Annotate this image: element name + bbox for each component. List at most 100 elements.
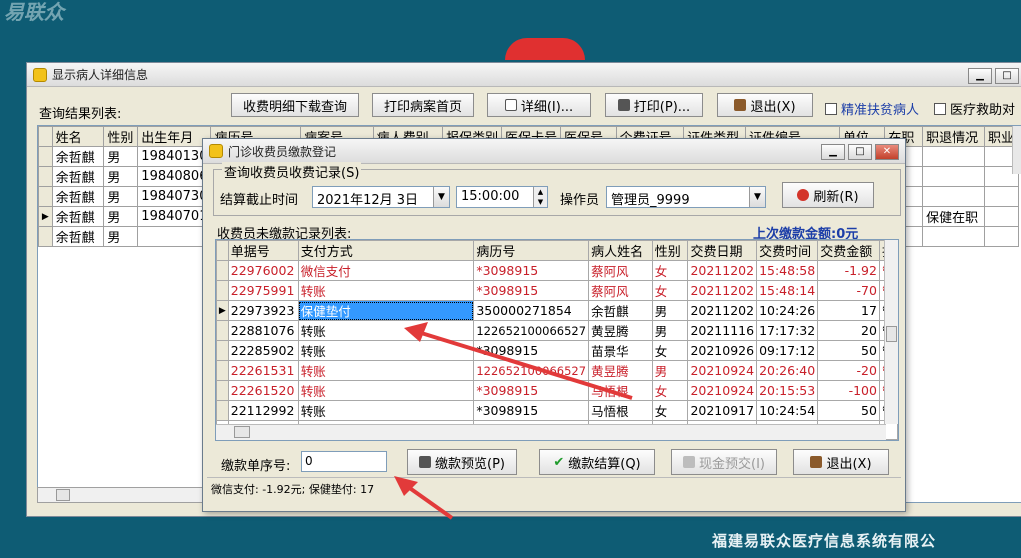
poverty-checkbox[interactable]: 精准扶贫病人	[825, 99, 919, 118]
cutoff-time-input[interactable]: 15:00:00 ▲ ▼	[456, 186, 548, 208]
row-selector-header	[38, 126, 53, 147]
cash-prepay-button[interactable]: 现金预交(I)	[671, 449, 777, 475]
dialog-maximize-button[interactable]: □	[848, 144, 872, 160]
birth-cell: 19840730	[137, 186, 212, 207]
birth-cell	[137, 226, 212, 247]
table-row[interactable]: 22112992 转账 *3098915 马悟根女 20210917 10:24:54 50…	[216, 400, 898, 421]
printer-icon	[617, 99, 630, 111]
detail-button[interactable]: 详细(I)...	[487, 93, 591, 117]
dialog-titlebar: 门诊收费员缴款登记	[203, 139, 905, 164]
time-spinner-icon[interactable]: ▲ ▼	[533, 187, 547, 207]
gender-cell: 男	[103, 206, 139, 227]
dialog-exit-button[interactable]: 退出(X)	[793, 449, 889, 475]
table-row[interactable]: 22975991 转账 *3098915 蔡阿风女 20211202 15:48:14 -7…	[216, 280, 898, 301]
column-header[interactable]: 职退情况	[922, 126, 985, 147]
cutoff-date-picker[interactable]: 2021年12月 3日 ▼	[312, 186, 450, 208]
pay-time-cell: 15:48:14	[756, 280, 819, 301]
download-fee-detail-button[interactable]: 收费明细下载查询	[231, 93, 359, 117]
operator-select[interactable]: 管理员_9999 ▼	[606, 186, 766, 208]
birth-cell: 19840130	[137, 146, 212, 167]
gender-cell: 女	[651, 280, 689, 301]
column-header[interactable]: 姓名	[51, 126, 105, 147]
cutoff-date-value: 2021年12月 3日	[317, 193, 419, 208]
payment-method-cell: 转账	[297, 340, 475, 361]
row-marker	[216, 320, 229, 341]
poverty-checkbox-box[interactable]	[825, 102, 837, 115]
patient-grid-vscroll[interactable]	[1012, 126, 1021, 174]
print-record-button[interactable]: 打印病案首页	[372, 93, 474, 117]
refresh-icon	[797, 189, 810, 201]
refresh-label: 刷新(R)	[813, 189, 859, 205]
serial-number-input[interactable]: 0	[301, 451, 387, 472]
pay-date-cell: 20211202	[687, 260, 758, 281]
column-header[interactable]: 支付方式	[297, 240, 475, 261]
pay-time-cell: 20:26:40	[756, 360, 819, 381]
pay-time-cell: 10:24:54	[756, 400, 819, 421]
patient-name-cell: 余哲麒	[51, 226, 105, 247]
background-logo: 易联众	[4, 0, 64, 24]
row-marker	[216, 260, 229, 281]
dialog-minimize-button[interactable]: ▁	[821, 144, 845, 160]
column-header[interactable]: 病历号	[473, 240, 590, 261]
patient-grid-hscroll[interactable]	[37, 487, 207, 503]
payment-method-cell: 转账	[297, 280, 475, 301]
dialog-close-button[interactable]: ✕	[875, 144, 899, 160]
table-row[interactable]: 22261531 转账 122652100066527 黄昱腾男 20210924 20:…	[216, 360, 898, 381]
unpaid-grid-hscroll[interactable]	[216, 424, 886, 440]
retire-status-cell	[922, 186, 985, 207]
payment-settle-button[interactable]: ✔ 缴款结算(Q)	[539, 449, 655, 475]
maximize-button[interactable]: □	[995, 68, 1019, 84]
bill-id-cell: 22973923	[227, 300, 299, 321]
table-row[interactable]: 22261520 转账 *3098915 马悟根女 20210924 20:15:53 -1…	[216, 380, 898, 401]
record-number-cell: 122652100066527	[473, 360, 590, 381]
gender-cell: 男	[651, 300, 689, 321]
scroll-thumb[interactable]	[234, 426, 250, 438]
amount-cell: 50	[817, 340, 880, 361]
amount-cell: -20	[817, 360, 880, 381]
outer-toolbar: 查询结果列表: 收费明细下载查询 打印病案首页 详细(I)... 打印(P)..…	[27, 91, 1021, 122]
payment-method-cell: 转账	[297, 400, 475, 421]
column-header[interactable]: 交费日期	[687, 240, 758, 261]
refresh-button[interactable]: 刷新(R)	[782, 182, 874, 208]
column-header[interactable]: 病人姓名	[588, 240, 653, 261]
scroll-thumb[interactable]	[56, 489, 70, 501]
column-header[interactable]: 性别	[103, 126, 139, 147]
column-header[interactable]: 交费金额	[817, 240, 880, 261]
table-row[interactable]: 22285902 转账 *3098915 苗景华女 20210926 09:17:12 50…	[216, 340, 898, 361]
cashier-payment-dialog: 门诊收费员缴款登记 ▁ □ ✕ 查询收费员收费记录(S) 结算截止时间 2021…	[202, 138, 906, 512]
row-marker	[38, 166, 53, 187]
payment-preview-button[interactable]: 缴款预览(P)	[407, 449, 517, 475]
pay-time-cell: 17:17:32	[756, 320, 819, 341]
minimize-button[interactable]: ▁	[968, 68, 992, 84]
patient-name-cell: 马悟根	[588, 380, 653, 401]
column-header[interactable]: 交费时间	[756, 240, 819, 261]
background-badge	[505, 38, 585, 60]
medical-aid-checkbox[interactable]: 医疗救助对	[934, 99, 1015, 118]
row-marker	[38, 186, 53, 207]
gender-cell: 男	[651, 320, 689, 341]
medical-aid-checkbox-box[interactable]	[934, 102, 946, 115]
print-button[interactable]: 打印(P)...	[605, 93, 703, 117]
patient-name-cell: 余哲麒	[51, 166, 105, 187]
outer-exit-button[interactable]: 退出(X)	[717, 93, 813, 117]
unpaid-grid-vscroll[interactable]	[884, 240, 898, 424]
outer-exit-label: 退出(X)	[750, 99, 796, 115]
operator-value: 管理员_9999	[611, 193, 690, 208]
amount-cell: 20	[817, 320, 880, 341]
window-title: 显示病人详细信息	[52, 68, 149, 82]
row-marker	[216, 360, 229, 381]
column-header[interactable]: 单据号	[227, 240, 299, 261]
payment-method-cell: 转账	[297, 380, 475, 401]
column-header[interactable]: 性别	[651, 240, 689, 261]
exit-door-icon	[734, 99, 747, 111]
scroll-thumb[interactable]	[886, 326, 897, 342]
table-row[interactable]: 22881076 转账 122652100066527 黄昱腾男 20211116 17:…	[216, 320, 898, 341]
patient-name-cell: 黄昱腾	[588, 320, 653, 341]
payment-method-cell: 转账	[297, 360, 475, 381]
table-row[interactable]: 22976002 微信支付 *3098915 蔡阿风女 20211202 15:48:58…	[216, 260, 898, 281]
table-row[interactable]: ▶ 22973923 保健垫付 350000271854 余哲麒男 20211202 10:…	[216, 300, 898, 321]
column-header[interactable]: 出生年月	[137, 126, 212, 147]
chevron-down-icon[interactable]: ▼	[749, 187, 765, 207]
chevron-down-icon[interactable]: ▼	[433, 187, 449, 207]
document-icon	[504, 99, 517, 111]
